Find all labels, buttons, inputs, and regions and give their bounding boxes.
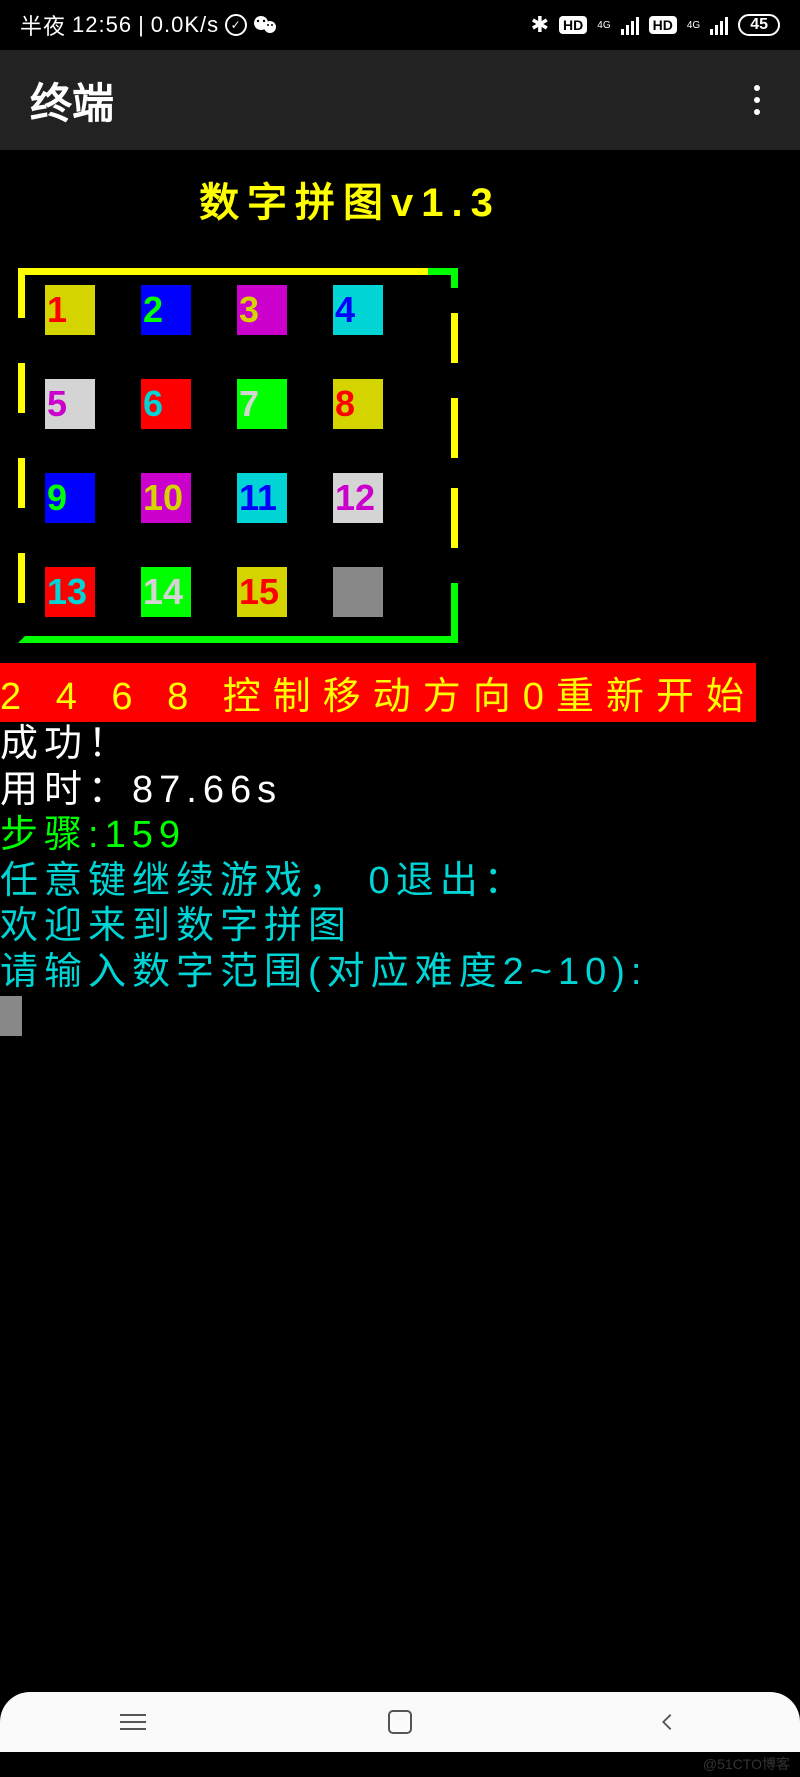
time-value: 87.66s — [132, 769, 282, 811]
tile-10[interactable]: 10 — [141, 473, 191, 523]
status-right: ✱ HD 4G HD 4G 45 — [531, 12, 780, 38]
bluetooth-icon: ✱ — [531, 12, 549, 38]
tile-12[interactable]: 12 — [333, 473, 383, 523]
tile-3[interactable]: 3 — [237, 285, 287, 335]
tile-5[interactable]: 5 — [45, 379, 95, 429]
tile-9[interactable]: 9 — [45, 473, 95, 523]
puzzle-board: 1 2 3 4 5 6 7 8 9 10 11 12 13 14 15 — [0, 268, 800, 643]
steps-value: 159 — [105, 814, 186, 856]
back-icon — [656, 1711, 678, 1733]
tile-11[interactable]: 11 — [237, 473, 287, 523]
tile-13[interactable]: 13 — [45, 567, 95, 617]
tile-2[interactable]: 2 — [141, 285, 191, 335]
android-nav-bar — [0, 1692, 800, 1752]
range-prompt: 请输入数字范围(对应难度2~10): — [0, 950, 800, 996]
wechat-icon — [253, 15, 277, 35]
alarm-icon: ✓ — [225, 14, 247, 36]
tile-7[interactable]: 7 — [237, 379, 287, 429]
signal-icon-1 — [621, 15, 639, 35]
hd-badge-1: HD — [559, 16, 587, 34]
game-title: 数字拼图v1.3 — [0, 150, 800, 268]
continue-prompt: 任意键继续游戏， 0退出： — [0, 859, 800, 905]
tile-6[interactable]: 6 — [141, 379, 191, 429]
battery-indicator: 45 — [738, 14, 780, 36]
network-label-1: 4G — [597, 20, 610, 31]
tile-1[interactable]: 1 — [45, 285, 95, 335]
time: 12:56 — [72, 12, 132, 38]
tile-4[interactable]: 4 — [333, 285, 383, 335]
network-label-2: 4G — [687, 20, 700, 31]
divider: | — [138, 12, 145, 38]
network-speed: 0.0K/s — [151, 12, 219, 38]
nav-home-button[interactable] — [370, 1692, 430, 1752]
elapsed-time: 用时：87.66s — [0, 768, 800, 814]
tile-grid: 1 2 3 4 5 6 7 8 9 10 11 12 13 14 15 — [45, 285, 383, 617]
tile-14[interactable]: 14 — [141, 567, 191, 617]
nav-menu-button[interactable] — [103, 1692, 163, 1752]
steps-label: 步骤: — [0, 814, 105, 856]
app-bar: 终端 — [0, 50, 800, 150]
success-message: 成功！ — [0, 722, 800, 768]
tile-8[interactable]: 8 — [333, 379, 383, 429]
status-bar: 半夜 12:56 | 0.0K/s ✓ ✱ HD 4G HD 4G 45 — [0, 0, 800, 50]
tile-empty[interactable] — [333, 567, 383, 617]
controls-hint: 2 4 6 8 控制移动方向0重新开始 — [0, 663, 756, 722]
status-left: 半夜 12:56 | 0.0K/s ✓ — [20, 9, 277, 41]
more-menu-icon[interactable] — [744, 75, 770, 125]
watermark: @51CTO博客 — [703, 1754, 790, 1774]
time-prefix: 半夜 — [20, 9, 66, 41]
input-cursor[interactable] — [0, 996, 800, 1041]
tile-15[interactable]: 15 — [237, 567, 287, 617]
terminal-content[interactable]: 数字拼图v1.3 1 2 3 4 5 6 7 8 9 10 11 12 13 1… — [0, 150, 800, 1041]
hd-badge-2: HD — [649, 16, 677, 34]
board-frame: 1 2 3 4 5 6 7 8 9 10 11 12 13 14 15 — [18, 268, 458, 643]
steps-count: 步骤:159 — [0, 813, 800, 859]
menu-icon — [120, 1714, 146, 1730]
time-label: 用时： — [0, 769, 132, 811]
home-icon — [388, 1710, 412, 1734]
welcome-message: 欢迎来到数字拼图 — [0, 904, 800, 950]
signal-icon-2 — [710, 15, 728, 35]
app-title: 终端 — [30, 70, 114, 131]
nav-back-button[interactable] — [637, 1692, 697, 1752]
